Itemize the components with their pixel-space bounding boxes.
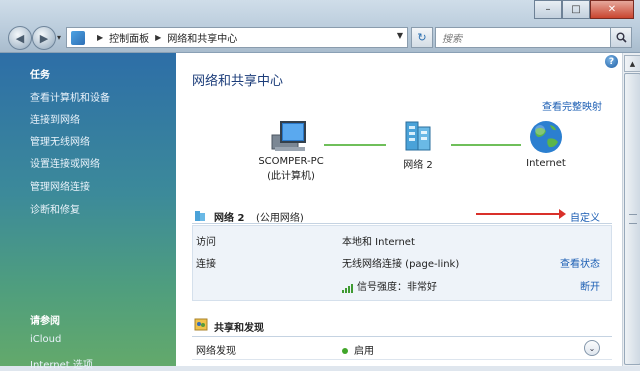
sidebar-item-diagnose[interactable]: 诊断和修复 [30, 201, 80, 216]
status-on-icon [342, 348, 348, 354]
scroll-up-icon[interactable]: ▲ [624, 55, 640, 72]
search-input[interactable]: 搜索 [435, 27, 632, 48]
node-computer-sub: (此计算机) [267, 171, 315, 182]
sidebar-item-setup-connection[interactable]: 设置连接或网络 [30, 155, 100, 170]
network-type: (公用网络) [256, 213, 304, 224]
main-panel: ? 网络和共享中心 查看完整映射 SCOMPER-PC (此计算机) 网络 2 [176, 53, 622, 366]
forward-button[interactable]: ▶ [32, 26, 56, 50]
recent-pages-dropdown[interactable]: ▾ [57, 33, 61, 42]
row-divider [192, 359, 612, 360]
breadcrumb-separator-icon[interactable]: ▶ [155, 33, 161, 42]
connection-value: 无线网络连接 (page-link) [342, 259, 460, 270]
help-icon[interactable]: ? [605, 55, 618, 68]
node-internet: Internet [516, 119, 576, 169]
node-network-name: 网络 2 [403, 160, 433, 171]
breadcrumb-control-panel[interactable]: 控制面板 [109, 30, 149, 45]
control-panel-icon [71, 30, 85, 45]
connection-label: 连接 [196, 259, 216, 270]
access-label: 访问 [196, 237, 216, 248]
disconnect-link[interactable]: 断开 [580, 278, 600, 293]
sidebar-item-view-computers[interactable]: 查看计算机和设备 [30, 89, 110, 104]
connection-line [451, 144, 521, 146]
search-button[interactable] [610, 28, 631, 47]
scrollbar-thumb[interactable] [624, 73, 640, 365]
close-button[interactable]: ✕ [590, 0, 634, 19]
sidebar-item-icloud[interactable]: iCloud [30, 334, 61, 345]
refresh-icon: ↻ [417, 31, 427, 44]
red-arrow-annotation [476, 209, 566, 219]
sharing-icon [194, 318, 208, 331]
sidebar: 任务 查看计算机和设备 连接到网络 管理无线网络 设置连接或网络 管理网络连接 … [0, 53, 176, 371]
network-discovery-status: 启用 [354, 346, 374, 357]
node-internet-name: Internet [526, 158, 566, 169]
signal-bars-icon [342, 282, 354, 293]
vertical-scrollbar[interactable]: ▲ [622, 53, 640, 366]
computer-icon [271, 121, 306, 151]
network-discovery-label: 网络发现 [196, 346, 236, 357]
sidebar-item-internet-options[interactable]: Internet 选项 [30, 356, 93, 371]
breadcrumb-separator-icon[interactable]: ▶ [97, 33, 103, 42]
title-address-bar: – □ ✕ ◀ ▶ ▾ ▶ 控制面板 ▶ 网络和共享中心 ▼ ↻ 搜索 [0, 0, 640, 53]
forward-arrow-icon: ▶ [39, 31, 49, 45]
window-controls: – □ ✕ [534, 0, 634, 19]
back-button[interactable]: ◀ [8, 26, 32, 50]
sidebar-item-manage-connections[interactable]: 管理网络连接 [30, 178, 90, 193]
window: – □ ✕ ◀ ▶ ▾ ▶ 控制面板 ▶ 网络和共享中心 ▼ ↻ 搜索 任务 查… [0, 0, 640, 371]
sidebar-tasks-title: 任务 [30, 70, 50, 81]
back-arrow-icon: ◀ [15, 31, 25, 45]
search-icon [616, 32, 627, 43]
node-computer: SCOMPER-PC (此计算机) [248, 119, 334, 182]
node-network: 网络 2 [388, 119, 448, 171]
signal-strength: 信号强度：非常好 [342, 278, 437, 293]
sidebar-item-manage-wireless[interactable]: 管理无线网络 [30, 133, 90, 148]
search-placeholder: 搜索 [442, 34, 462, 45]
globe-icon [530, 121, 562, 153]
refresh-button[interactable]: ↻ [411, 27, 433, 48]
access-value: 本地和 Internet [342, 237, 415, 248]
network-discovery-value: 启用 [342, 342, 374, 357]
sidebar-see-also-title: 请参阅 [30, 316, 60, 327]
network-name: 网络 2 [214, 213, 245, 224]
network-icon [194, 209, 208, 222]
breadcrumb-network-center[interactable]: 网络和共享中心 [167, 30, 237, 45]
customize-link[interactable]: 自定义 [570, 209, 600, 224]
minimize-button[interactable]: – [534, 0, 562, 19]
signal-strength-text: 信号强度：非常好 [357, 282, 437, 293]
sidebar-item-connect-network[interactable]: 连接到网络 [30, 111, 80, 126]
network-building-icon [405, 121, 431, 151]
maximize-button[interactable]: □ [562, 0, 590, 19]
page-title: 网络和共享中心 [192, 74, 284, 89]
expand-chevron-icon[interactable]: ⌄ [584, 340, 600, 356]
address-dropdown-icon[interactable]: ▼ [397, 31, 403, 40]
connection-line [324, 144, 386, 146]
grip-icon [629, 214, 637, 224]
address-bar[interactable]: ▶ 控制面板 ▶ 网络和共享中心 ▼ [66, 27, 408, 48]
sharing-title: 共享和发现 [214, 323, 264, 334]
view-full-map-link[interactable]: 查看完整映射 [542, 98, 602, 113]
view-status-link[interactable]: 查看状态 [560, 255, 600, 270]
node-computer-name: SCOMPER-PC [258, 156, 324, 167]
